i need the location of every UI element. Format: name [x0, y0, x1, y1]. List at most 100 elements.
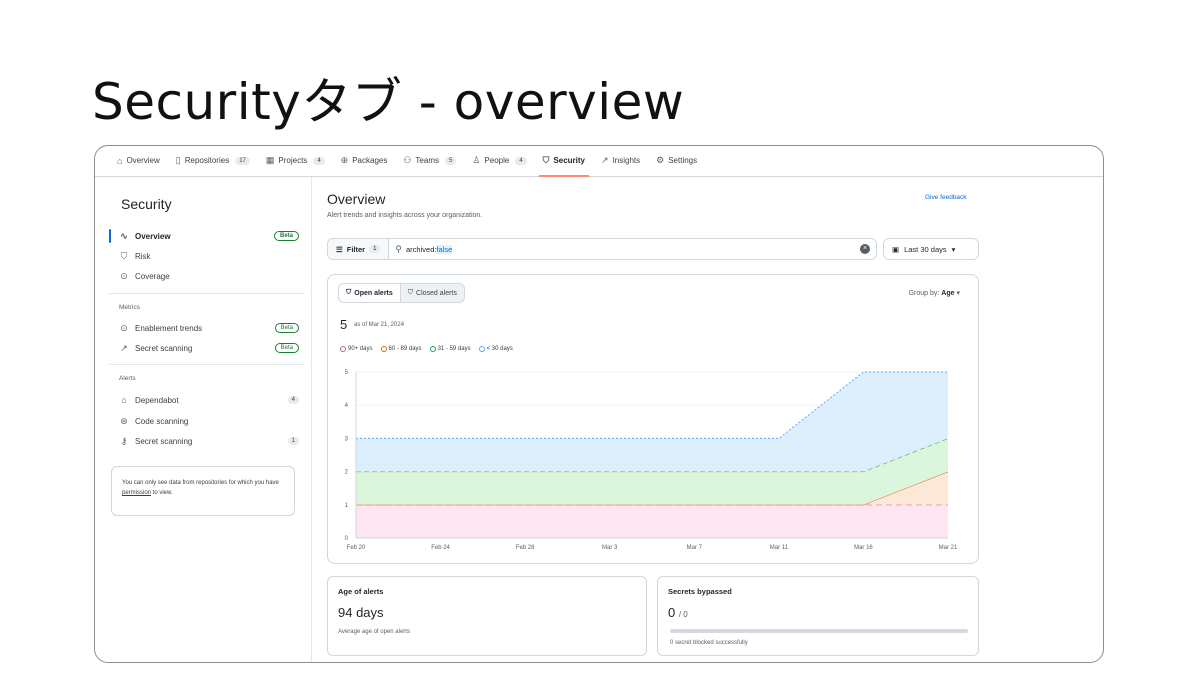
tab-teams[interactable]: ⚇ Teams 5 [395, 146, 464, 176]
project-icon: ▦ [265, 155, 275, 165]
tab-count: 5 [444, 156, 457, 165]
x-tick-label: Mar 7 [687, 545, 703, 551]
shield-icon: ⛉ [542, 155, 550, 165]
tab-label: Settings [668, 156, 698, 165]
x-tick-label: Mar 21 [939, 545, 958, 551]
date-range-select[interactable]: ▣ Last 30 days ▾ [883, 238, 979, 260]
area-90-days [356, 504, 948, 538]
permission-note: You can only see data from repositories … [111, 466, 295, 516]
secrets-count: 0 [668, 605, 676, 620]
filter-label: Filter [346, 244, 366, 254]
age-value: 94 days [338, 605, 384, 620]
tab-insights[interactable]: ↗ Insights [593, 146, 648, 176]
person-icon: ♙ [472, 155, 481, 165]
feedback-link[interactable]: Give feedback [925, 194, 967, 201]
sidebar-divider [109, 364, 305, 365]
tab-people[interactable]: ♙ People 4 [464, 146, 534, 176]
page-subtitle: Alert trends and insights across your or… [327, 212, 483, 219]
alert-count-badge: 1 [287, 437, 299, 445]
beta-badge: Beta [274, 323, 299, 333]
sidebar-item-label: Code scanning [135, 416, 189, 426]
clear-icon[interactable]: × [860, 244, 870, 254]
circle-check-icon: ⊙ [120, 270, 128, 281]
sidebar-item-risk[interactable]: ⛉ Risk [109, 246, 305, 266]
x-tick-label: Feb 28 [516, 545, 535, 551]
sidebar-item-dependabot[interactable]: ⌂ Dependabot 4 [109, 390, 305, 410]
secrets-progress-bar [670, 629, 968, 633]
sidebar-divider [109, 293, 305, 294]
calendar-icon: ▣ [892, 244, 900, 254]
gear-icon: ⚙ [656, 155, 665, 165]
age-of-alerts-card: Age of alerts 94 days Average age of ope… [327, 576, 647, 656]
search-icon: ⚲ [395, 243, 403, 254]
pulse-icon: ∿ [120, 230, 128, 241]
sidebar-item-coverage[interactable]: ⊙ Coverage [109, 266, 305, 286]
tab-label: Repositories [184, 156, 230, 165]
search-key: archived: [406, 244, 437, 254]
chevron-down-icon: ▾ [951, 244, 956, 254]
shield-icon: ⛉ [120, 250, 128, 261]
sidebar-item-secret-scanning[interactable]: ⚷ Secret scanning 1 [109, 431, 305, 451]
sidebar-item-label: Secret scanning [135, 436, 193, 446]
graph-icon: ↗ [120, 342, 128, 353]
tab-packages[interactable]: ⊕ Packages [333, 146, 396, 176]
secrets-bypassed-card: Secrets bypassed 0 / 0 0 secret blocked … [657, 576, 979, 656]
filter-bar: ☰ Filter 1 ⚲ archived:false × [327, 238, 877, 260]
codescan-icon: ⊛ [120, 415, 128, 426]
note-text-end: to view. [151, 490, 173, 496]
secrets-value: 0 / 0 [668, 605, 688, 620]
filter-button[interactable]: ☰ Filter 1 [328, 239, 390, 259]
metrics-heading: Metrics [119, 304, 140, 311]
sidebar-item-overview[interactable]: ∿ Overview Beta [109, 226, 305, 246]
y-tick-label: 3 [345, 436, 349, 442]
y-tick-label: 2 [345, 470, 349, 476]
tab-count: 4 [313, 156, 325, 165]
key-icon: ⚷ [120, 435, 128, 446]
tab-label: Overview [126, 156, 160, 165]
sidebar-separator [311, 177, 312, 662]
alerts-chart-card: ⛉ Open alerts ⛉ Closed alerts Group by: … [327, 274, 979, 564]
secrets-total: / 0 [678, 610, 688, 619]
date-range-label: Last 30 days [904, 244, 947, 254]
x-tick-label: Feb 24 [431, 545, 450, 551]
beta-badge: Beta [273, 231, 299, 241]
tab-security[interactable]: ⛉ Security [535, 146, 593, 177]
y-tick-label: 0 [345, 536, 349, 542]
sidebar-item-label: Risk [135, 251, 151, 261]
tab-settings[interactable]: ⚙ Settings [648, 146, 705, 176]
note-text: You can only see data from repositories … [122, 480, 279, 486]
sidebar-item-enablement-trends[interactable]: ⊙ Enablement trends Beta [109, 318, 305, 338]
home-icon: ⌂ [117, 155, 123, 166]
area--30-days [356, 372, 948, 472]
tab-label: Projects [278, 156, 308, 165]
tab-overview[interactable]: ⌂ Overview [109, 146, 168, 176]
sidebar-item-secret-scanning-metrics[interactable]: ↗ Secret scanning Beta [109, 338, 305, 358]
sidebar-item-label: Secret scanning [135, 343, 193, 353]
alert-count-badge: 4 [287, 396, 299, 404]
y-tick-label: 1 [345, 503, 349, 509]
package-icon: ⊕ [340, 155, 349, 165]
tab-repositories[interactable]: ▯ Repositories 17 [168, 146, 258, 176]
page-title: Overview [327, 191, 386, 207]
org-nav: ⌂ Overview ▯ Repositories 17 ▦ Projects 4 ⊕ Packa… [95, 146, 1103, 177]
x-tick-label: Mar 16 [854, 545, 873, 551]
tab-label: Packages [352, 156, 388, 165]
tab-projects[interactable]: ▦ Projects 4 [258, 146, 333, 176]
people-icon: ⚇ [403, 155, 412, 165]
card-description: Average age of open alerts [338, 629, 410, 635]
alerts-heading: Alerts [119, 375, 136, 382]
x-tick-label: Mar 11 [770, 545, 789, 551]
sidebar-item-label: Coverage [135, 271, 170, 281]
card-title: Age of alerts [338, 587, 384, 596]
sidebar-item-label: Enablement trends [135, 323, 203, 333]
sidebar-title: Security [121, 196, 172, 212]
card-description: 0 secret blocked successfully [670, 640, 748, 646]
sidebar-item-code-scanning[interactable]: ⊛ Code scanning [109, 411, 305, 431]
sidebar-item-label: Overview [135, 231, 171, 241]
beta-badge: Beta [274, 343, 299, 353]
alerts-area-chart: 0 1 2 3 4 5 Feb 20 Feb 24 Feb 28 Mar 3 Mar 7 Mar 11… [345, 370, 958, 551]
repo-icon: ▯ [175, 155, 181, 165]
screenshot-frame: ⌂ Overview ▯ Repositories 17 ▦ Projects 4 ⊕ Packa… [94, 145, 1104, 663]
search-input[interactable]: archived:false [406, 244, 453, 254]
permission-link[interactable]: permission [122, 490, 151, 496]
